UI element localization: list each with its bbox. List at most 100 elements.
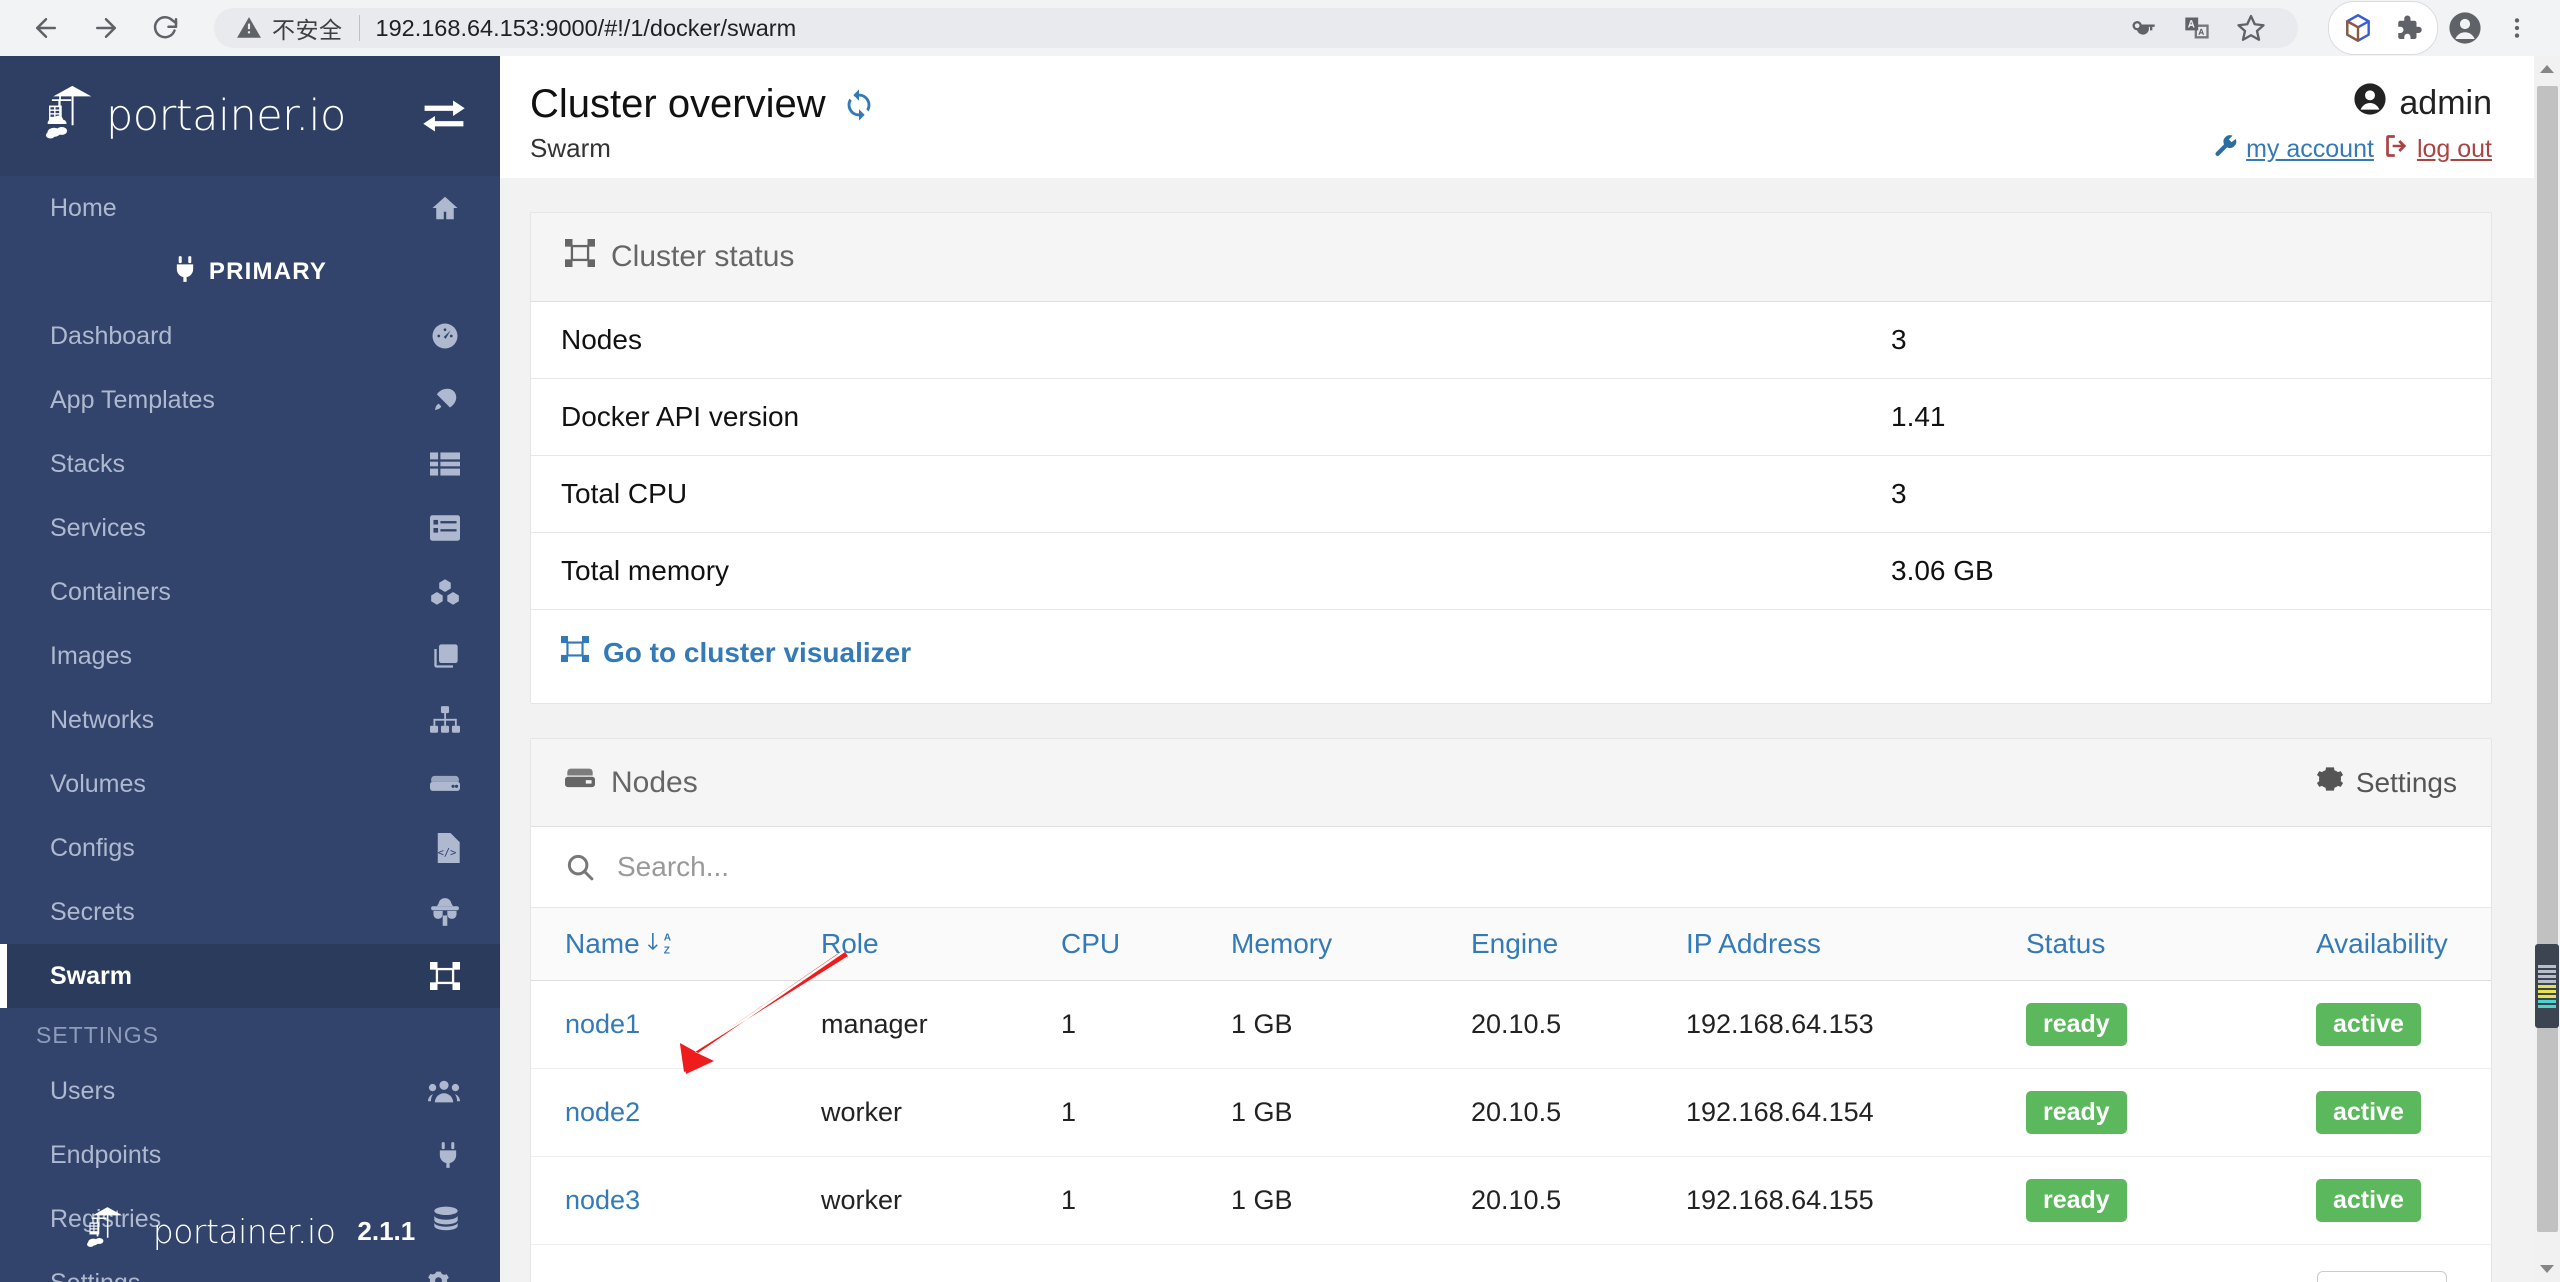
current-user: admin <box>2213 82 2492 125</box>
status-key: Total CPU <box>531 455 1861 533</box>
status-badge: ready <box>2026 1091 2127 1134</box>
sidebar-item-label: Settings <box>50 1269 428 1282</box>
secrets-spy-icon <box>430 898 460 926</box>
user-name: admin <box>2399 84 2492 122</box>
collapse-sidebar-icon[interactable] <box>422 99 466 133</box>
refresh-sync-icon[interactable] <box>842 88 876 122</box>
containers-cubes-icon <box>430 578 460 606</box>
sidebar-item-label: Networks <box>50 705 155 734</box>
reload-icon[interactable] <box>138 0 194 56</box>
column-header-cpu[interactable]: CPU <box>1061 908 1231 981</box>
status-key: Total memory <box>531 532 1861 610</box>
sidebar-item-label: Dashboard <box>50 321 173 350</box>
sidebar-section-settings: SETTINGS <box>36 1022 160 1048</box>
endpoint-label: PRIMARY <box>208 258 328 285</box>
node-link[interactable]: node3 <box>565 1185 640 1215</box>
volumes-hdd-icon <box>430 772 460 796</box>
status-value: 3 <box>1861 455 2491 533</box>
availability-badge: active <box>2316 1003 2421 1046</box>
sidebar-item-secrets[interactable]: Secrets <box>0 880 500 944</box>
sidebar-item-swarm[interactable]: Swarm <box>0 944 500 1008</box>
sidebar-item-users[interactable]: Users <box>0 1059 500 1123</box>
my-account-link[interactable]: my account <box>2213 133 2374 166</box>
table-row[interactable]: node1 manager 1 1 GB 20.10.5 192.168.64.… <box>531 980 2491 1069</box>
sidebar-item-images[interactable]: Images <box>0 624 500 688</box>
extension-group <box>2328 1 2438 55</box>
node-role: manager <box>821 980 1061 1069</box>
sidebar-item-label: Configs <box>50 833 135 862</box>
portainer-crane-logo-icon <box>44 83 102 150</box>
back-arrow-icon[interactable] <box>18 0 74 56</box>
sidebar-item-label: Swarm <box>50 961 132 990</box>
node-cpu: 1 <box>1061 1068 1231 1157</box>
cube-extension-icon[interactable] <box>2333 3 2383 53</box>
sidebar-item-endpoints[interactable]: Endpoints <box>0 1123 500 1187</box>
sidebar-endpoint-primary: PRIMARY <box>0 240 500 304</box>
node-link[interactable]: node2 <box>565 1097 640 1127</box>
sidebar-item-stacks[interactable]: Stacks <box>0 432 500 496</box>
cluster-status-table: Nodes 3 Docker API version 1.41 Total CP… <box>531 302 2491 610</box>
sidebar-brand[interactable]: portainer.io <box>0 56 500 176</box>
node-engine: 20.10.5 <box>1471 1156 1686 1245</box>
sidebar-item-networks[interactable]: Networks <box>0 688 500 752</box>
status-key: Nodes <box>531 302 1861 379</box>
node-memory: 1 GB <box>1231 980 1471 1069</box>
table-header-row: Name A Z Role CPU Memory Engine IP Address… <box>531 908 2491 981</box>
sidebar-item-dashboard[interactable]: Dashboard <box>0 304 500 368</box>
nodes-settings-button[interactable]: Settings <box>2316 765 2457 800</box>
availability-badge: active <box>2316 1091 2421 1134</box>
log-out-link[interactable]: log out <box>2384 133 2492 166</box>
column-header-memory[interactable]: Memory <box>1231 908 1471 981</box>
table-row: Nodes 3 <box>531 302 2491 379</box>
svg-text:Z: Z <box>663 946 669 956</box>
node-memory: 1 GB <box>1231 1068 1471 1157</box>
visualizer-link-label: Go to cluster visualizer <box>603 636 912 668</box>
sidebar-item-volumes[interactable]: Volumes <box>0 752 500 816</box>
log-out-label: log out <box>2416 135 2492 163</box>
footer-brand-name: portainer.io <box>152 1212 336 1251</box>
screen-recorder-indicator[interactable] <box>2535 944 2559 1028</box>
object-group-icon <box>564 238 596 275</box>
profile-avatar-icon[interactable] <box>2440 3 2490 53</box>
user-area: admin my account log out <box>2213 82 2492 166</box>
availability-badge: active <box>2316 1179 2421 1222</box>
column-header-status[interactable]: Status <box>2026 908 2316 981</box>
table-row[interactable]: node3 worker 1 1 GB 20.10.5 192.168.64.1… <box>531 1156 2491 1245</box>
translate-icon[interactable] <box>2172 3 2222 53</box>
sidebar-item-app-templates[interactable]: App Templates <box>0 368 500 432</box>
three-dot-menu-icon[interactable] <box>2492 3 2542 53</box>
sidebar-item-containers[interactable]: Containers <box>0 560 500 624</box>
search-input[interactable] <box>617 851 2457 883</box>
status-badge: ready <box>2026 1179 2127 1222</box>
puzzle-extensions-icon[interactable] <box>2383 3 2433 53</box>
column-header-engine[interactable]: Engine <box>1471 908 1686 981</box>
key-icon[interactable] <box>2118 3 2168 53</box>
sidebar-item-services[interactable]: Services <box>0 496 500 560</box>
star-bookmark-icon[interactable] <box>2226 3 2276 53</box>
column-header-ip-address[interactable]: IP Address <box>1686 908 2026 981</box>
column-header-availability[interactable]: Availability <box>2316 908 2491 981</box>
sort-alpha-asc-icon: AZ <box>646 930 672 956</box>
node-engine: 20.10.5 <box>1471 1068 1686 1157</box>
scroll-down-icon[interactable] <box>2534 1256 2560 1282</box>
column-header-name[interactable]: Name A Z <box>531 908 821 981</box>
address-bar[interactable]: 不安全 192.168.64.153:9000/#!/1/docker/swar… <box>214 8 2298 48</box>
warning-triangle-icon <box>236 15 262 41</box>
sidebar-item-configs[interactable]: Configs </> <box>0 816 500 880</box>
sidebar-item-label: Services <box>50 513 146 542</box>
nodes-panel-title: Nodes <box>611 765 698 799</box>
sidebar-item-label: Users <box>50 1076 116 1105</box>
node-link[interactable]: node1 <box>565 1009 640 1039</box>
sidebar-item-label: Volumes <box>50 769 146 798</box>
table-row[interactable]: node2 worker 1 1 GB 20.10.5 192.168.64.1… <box>531 1068 2491 1157</box>
items-per-page-select[interactable]: 10 <box>2317 1271 2447 1282</box>
column-header-role[interactable]: Role <box>821 908 1061 981</box>
go-to-cluster-visualizer-link[interactable]: Go to cluster visualizer <box>560 635 912 669</box>
scrollbar-thumb[interactable] <box>2537 86 2558 1232</box>
sidebar-item-home[interactable]: Home <box>0 176 500 240</box>
nodes-search-row <box>531 827 2491 908</box>
search-icon <box>565 852 595 882</box>
page-scrollbar[interactable] <box>2534 56 2560 1282</box>
forward-arrow-icon[interactable] <box>78 0 134 56</box>
scroll-up-icon[interactable] <box>2534 56 2560 82</box>
